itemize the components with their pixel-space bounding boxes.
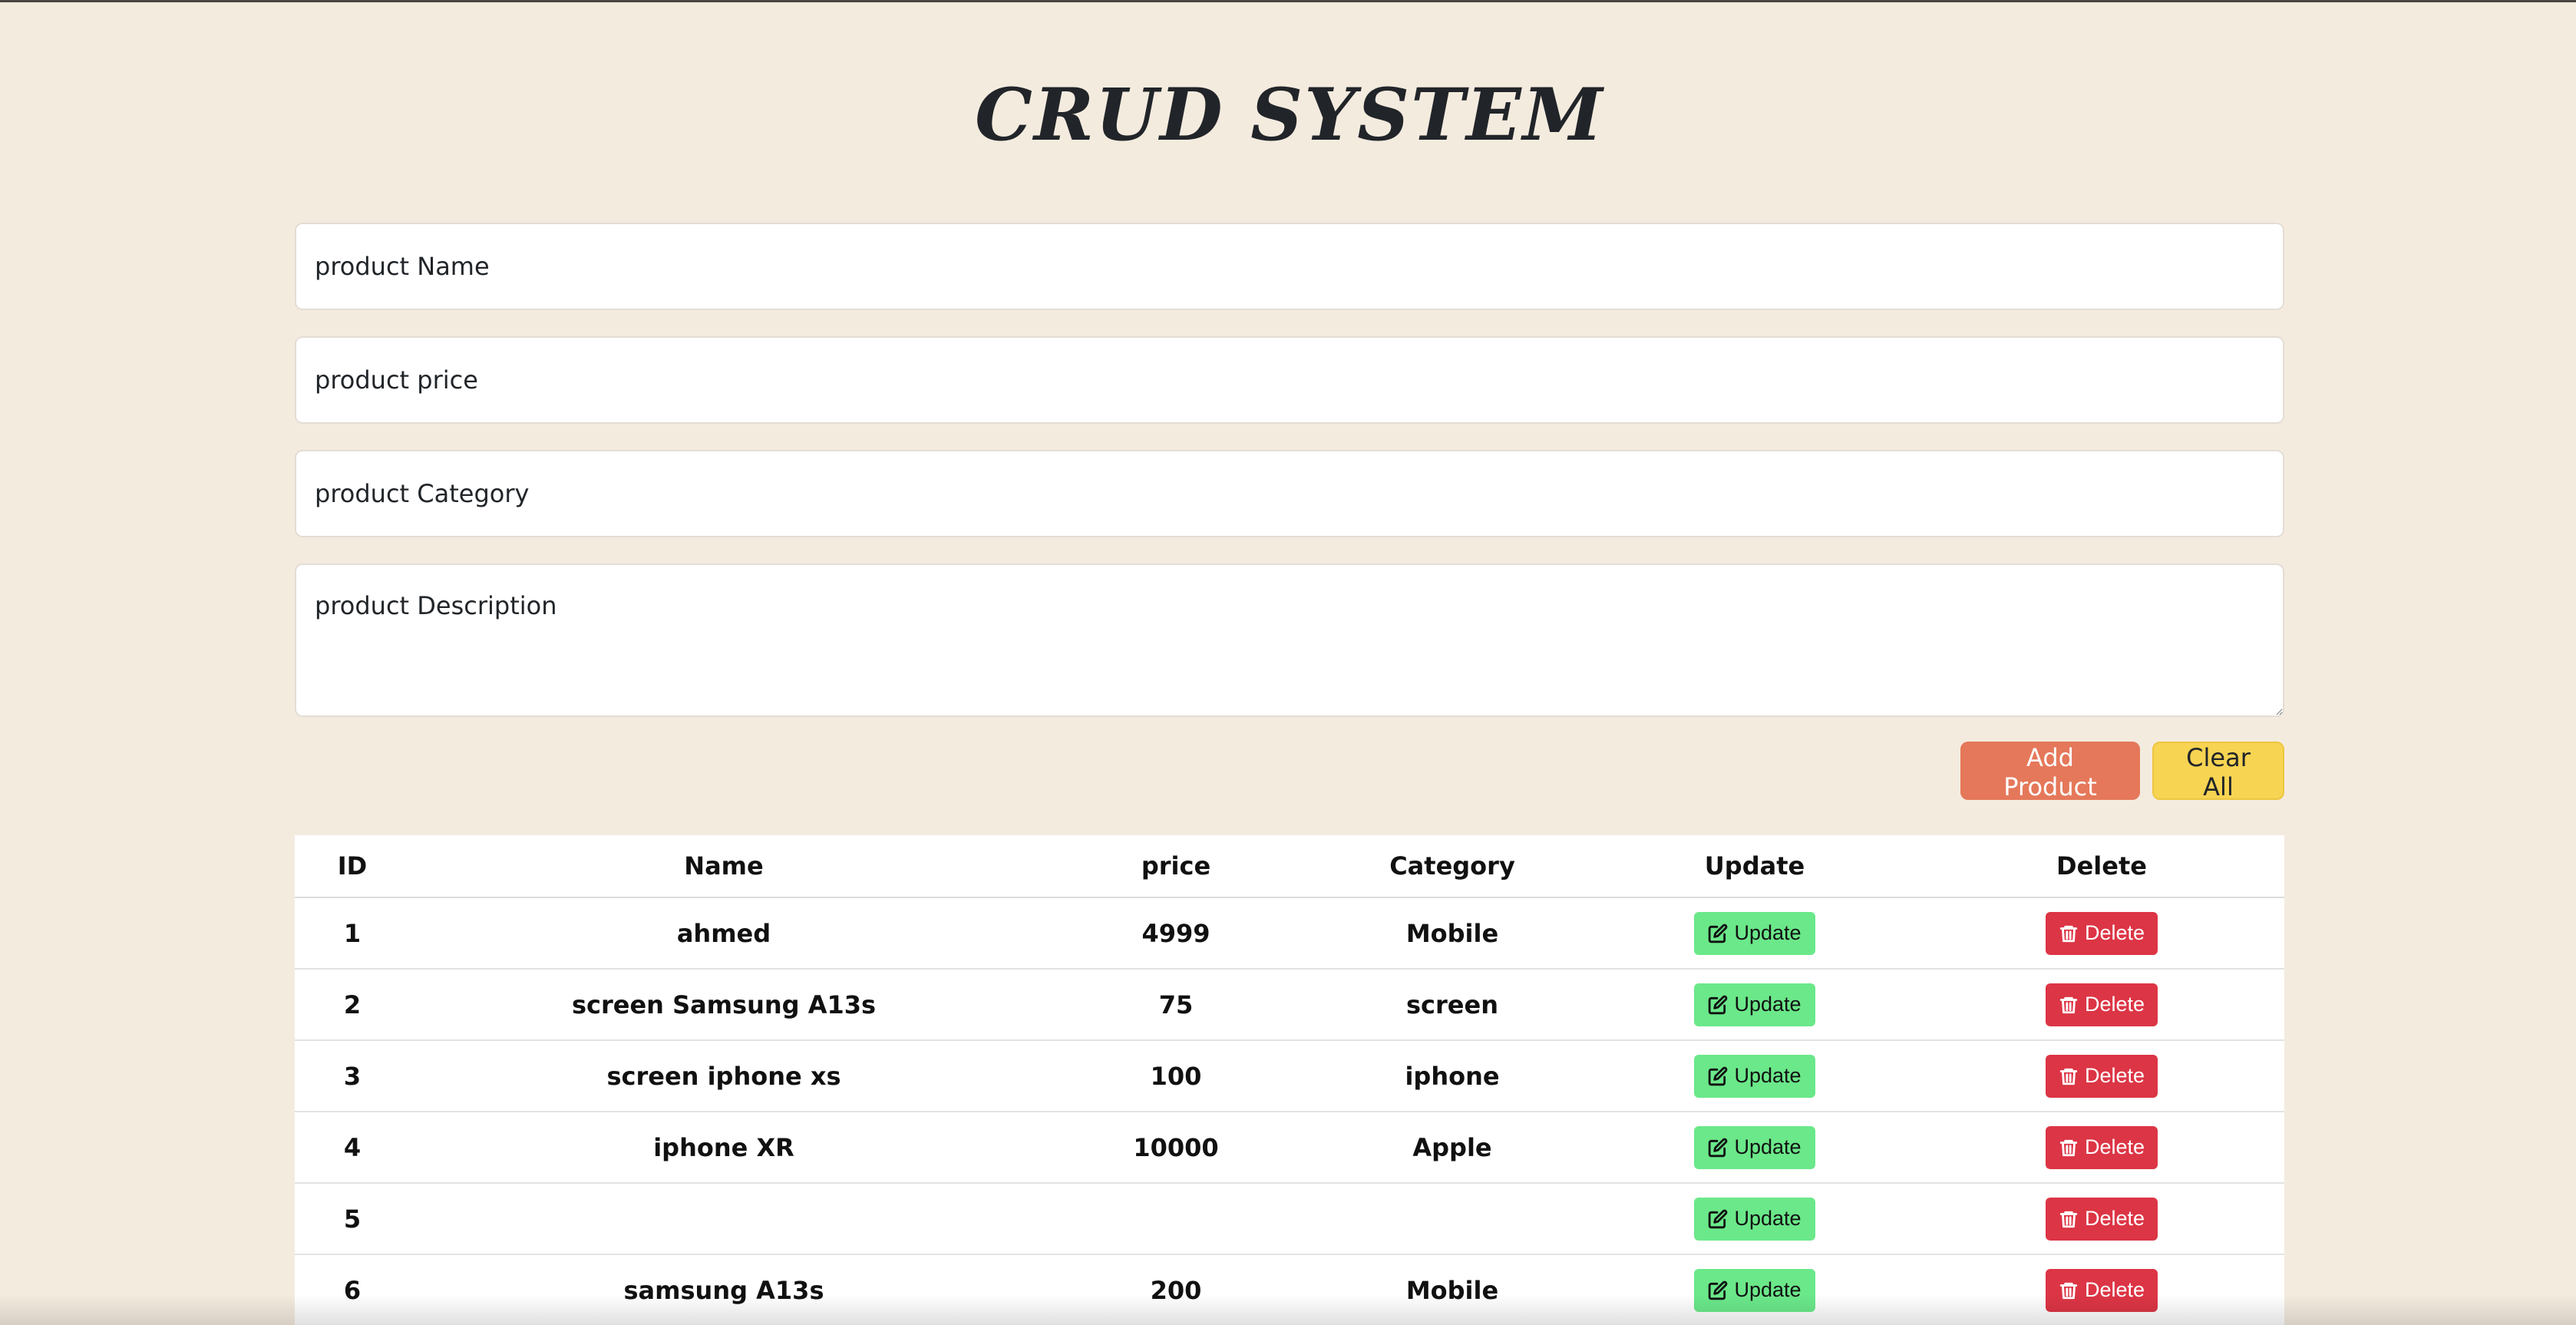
cell-id: 4	[295, 1112, 410, 1184]
products-table-container: ID Name price Category Update Delete 1 ah…	[295, 835, 2284, 1325]
product-price-input[interactable]	[295, 336, 2284, 424]
cell-update: Update	[1590, 1040, 1919, 1112]
update-button[interactable]: Update	[1694, 1125, 1815, 1169]
cell-price: 10000	[1038, 1112, 1314, 1184]
delete-button-label: Delete	[2084, 1135, 2145, 1158]
cell-update: Update	[1590, 897, 1919, 970]
header-category: Category	[1314, 835, 1590, 898]
form-actions: Add Product Clear All	[1960, 742, 2284, 801]
cell-price: 100	[1038, 1040, 1314, 1112]
product-category-input[interactable]	[295, 450, 2284, 537]
cell-name: iphone XR	[410, 1112, 1038, 1184]
table-row: 5 Update Delete	[295, 1183, 2284, 1255]
table-row: 4 iphone XR 10000 Apple Update Delete	[295, 1112, 2284, 1184]
update-button[interactable]: Update	[1694, 983, 1815, 1026]
delete-button[interactable]: Delete	[2046, 1268, 2158, 1312]
update-button[interactable]: Update	[1694, 1197, 1815, 1241]
cell-delete: Delete	[1919, 969, 2284, 1041]
cell-id: 5	[295, 1183, 410, 1255]
delete-button[interactable]: Delete	[2046, 1197, 2158, 1241]
cell-delete: Delete	[1919, 1183, 2284, 1255]
header-update: Update	[1590, 835, 1919, 898]
delete-button[interactable]: Delete	[2046, 983, 2158, 1026]
edit-icon	[1708, 924, 1728, 943]
update-button-label: Update	[1734, 1135, 1802, 1158]
cell-name	[410, 1183, 1038, 1255]
table-body: 1 ahmed 4999 Mobile Update Delete 2 screen Sams…	[295, 897, 2284, 1325]
header-name: Name	[410, 835, 1038, 898]
trash-icon	[2059, 1209, 2079, 1229]
update-button[interactable]: Update	[1694, 1268, 1815, 1312]
table-row: 2 screen Samsung A13s 75 screen Update Delete	[295, 969, 2284, 1041]
cell-delete: Delete	[1919, 1112, 2284, 1184]
clear-all-button[interactable]: Clear All	[2152, 742, 2284, 801]
add-product-button[interactable]: Add Product	[1960, 742, 2140, 801]
update-button[interactable]: Update	[1694, 1054, 1815, 1098]
cell-category: Apple	[1314, 1112, 1590, 1184]
delete-button-label: Delete	[2084, 1278, 2145, 1301]
cell-category: Mobile	[1314, 1254, 1590, 1325]
cell-update: Update	[1590, 1183, 1919, 1255]
product-name-input[interactable]	[295, 223, 2284, 310]
cell-delete: Delete	[1919, 1254, 2284, 1325]
delete-button-label: Delete	[2084, 921, 2145, 944]
header-price: price	[1038, 835, 1314, 898]
update-button-label: Update	[1734, 921, 1802, 944]
cell-price	[1038, 1183, 1314, 1255]
cell-price: 75	[1038, 969, 1314, 1041]
cell-price: 4999	[1038, 897, 1314, 970]
update-button-label: Update	[1734, 993, 1802, 1016]
trash-icon	[2059, 1280, 2079, 1300]
products-table: ID Name price Category Update Delete 1 ah…	[295, 835, 2284, 1325]
update-button[interactable]: Update	[1694, 911, 1815, 955]
edit-icon	[1708, 1138, 1728, 1158]
trash-icon	[2059, 995, 2079, 1015]
edit-icon	[1708, 1209, 1728, 1229]
trash-icon	[2059, 1138, 2079, 1158]
trash-icon	[2059, 924, 2079, 943]
edit-icon	[1708, 1066, 1728, 1086]
cell-id: 6	[295, 1254, 410, 1325]
edit-icon	[1708, 995, 1728, 1015]
delete-button-label: Delete	[2084, 1064, 2145, 1087]
cell-category: iphone	[1314, 1040, 1590, 1112]
delete-button[interactable]: Delete	[2046, 1125, 2158, 1169]
cell-name: samsung A13s	[410, 1254, 1038, 1325]
edit-icon	[1708, 1280, 1728, 1300]
cell-category: Mobile	[1314, 897, 1590, 970]
delete-button[interactable]: Delete	[2046, 911, 2158, 955]
header-delete: Delete	[1919, 835, 2284, 898]
cell-update: Update	[1590, 969, 1919, 1041]
table-row: 1 ahmed 4999 Mobile Update Delete	[295, 897, 2284, 970]
cell-delete: Delete	[1919, 1040, 2284, 1112]
cell-id: 1	[295, 897, 410, 970]
cell-name: screen Samsung A13s	[410, 969, 1038, 1041]
delete-button-label: Delete	[2084, 993, 2145, 1016]
cell-name: ahmed	[410, 897, 1038, 970]
cell-update: Update	[1590, 1112, 1919, 1184]
cell-update: Update	[1590, 1254, 1919, 1325]
delete-button[interactable]: Delete	[2046, 1054, 2158, 1098]
trash-icon	[2059, 1066, 2079, 1086]
table-header-row: ID Name price Category Update Delete	[295, 835, 2284, 898]
update-button-label: Update	[1734, 1064, 1802, 1087]
cell-price: 200	[1038, 1254, 1314, 1325]
product-description-textarea[interactable]	[295, 563, 2284, 717]
page-title: CRUD SYSTEM	[975, 73, 1604, 157]
table-row: 6 samsung A13s 200 Mobile Update Delete	[295, 1254, 2284, 1325]
update-button-label: Update	[1734, 1278, 1802, 1301]
table-row: 3 screen iphone xs 100 iphone Update Delete	[295, 1040, 2284, 1112]
cell-category: screen	[1314, 969, 1590, 1041]
cell-delete: Delete	[1919, 897, 2284, 970]
cell-id: 3	[295, 1040, 410, 1112]
cell-id: 2	[295, 969, 410, 1041]
delete-button-label: Delete	[2084, 1207, 2145, 1230]
cell-category	[1314, 1183, 1590, 1255]
cell-name: screen iphone xs	[410, 1040, 1038, 1112]
header-id: ID	[295, 835, 410, 898]
window-top-border	[0, 0, 2576, 2]
update-button-label: Update	[1734, 1207, 1802, 1230]
